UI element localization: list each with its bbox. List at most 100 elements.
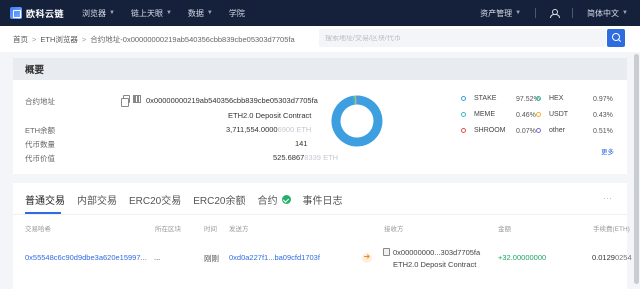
column-header-time: 时间 — [204, 226, 217, 233]
column-header-fee: 手续费(ETH) — [593, 226, 630, 233]
column-header-block: 所在区块 — [155, 226, 181, 233]
logo-text: 欧科云链 — [26, 8, 65, 19]
legend-item-shroom[interactable]: SHROOM — [461, 127, 506, 134]
legend-dot-icon — [536, 128, 541, 133]
nav-item-data[interactable]: 数据 ▼ — [188, 8, 213, 19]
eth-balance-value: 3,711,554.0000 — [226, 125, 278, 134]
overview-title: 概要 — [13, 58, 627, 80]
tab-event-logs[interactable]: 事件日志 — [303, 192, 343, 207]
tab-bar: 普通交易 内部交易 ERC20交易 ERC20余额 合约 事件日志 — [25, 192, 355, 207]
more-link[interactable]: 更多 — [601, 146, 614, 156]
tx-to-name: ETH2.0 Deposit Contract — [393, 260, 477, 269]
token-value-value: 525.6867 — [273, 153, 305, 162]
chevron-down-icon: ▼ — [515, 10, 522, 16]
user-icon — [550, 9, 561, 18]
legend-dot-icon — [461, 96, 466, 101]
legend-item-other[interactable]: other — [536, 127, 565, 134]
contract-name-row: ETH2.0 Deposit Contract — [228, 111, 311, 120]
legend-percent: 0.97% — [593, 96, 613, 103]
contract-address-label: 合约地址 — [25, 97, 55, 106]
nav-item-label: 学院 — [228, 8, 245, 18]
nav-item-academy[interactable]: 学院 — [229, 8, 245, 19]
contract-address-label-row: 合约地址 — [25, 96, 55, 107]
logo-icon — [10, 7, 22, 19]
search-input[interactable] — [325, 34, 606, 42]
qr-code-icon[interactable] — [133, 95, 141, 103]
token-count-label-row: 代币数量 — [25, 139, 55, 150]
token-count-label: 代币数量 — [25, 140, 55, 149]
legend-label: HEX — [549, 95, 564, 102]
tx-hash-link[interactable]: 0x55548c6c90d9dbe3a620e15997... — [25, 253, 147, 262]
chevron-down-icon: ▼ — [206, 10, 213, 16]
eth-balance-label-row: ETH余额 — [25, 125, 55, 136]
breadcrumb-bar: 首页 > ETH浏览器 > 合约地址-0x00000000219ab540356… — [0, 26, 640, 52]
divider — [535, 8, 537, 18]
chevron-down-icon: ▼ — [109, 10, 115, 16]
eth-balance-tail: 6900 ETH — [277, 125, 312, 134]
column-header-hash: 交易哈希 — [25, 226, 51, 233]
legend-dot-icon — [461, 128, 466, 133]
nav-item-onchain-eye[interactable]: 链上天眼 ▼ — [131, 8, 172, 19]
tx-to-address[interactable]: 0x00000000...303d7705fa — [393, 248, 480, 257]
nav-item-label: 资产管理 — [480, 8, 513, 18]
legend-dot-icon — [461, 112, 466, 117]
tab-erc20-balance[interactable]: ERC20余额 — [193, 192, 245, 207]
legend-percent: 0.51% — [593, 128, 613, 135]
token-count-row: 141 — [295, 139, 308, 148]
verified-check-icon — [281, 195, 291, 204]
breadcrumb-separator: > — [32, 34, 37, 44]
tx-from-link[interactable]: 0xd0a227f1...ba09cfd1703f — [229, 253, 320, 262]
legend-percent: 0.43% — [593, 112, 613, 119]
language-label: 简体中文 — [587, 8, 620, 18]
divider — [572, 8, 574, 18]
legend-item-stake[interactable]: STAKE — [461, 95, 496, 102]
token-value-tail: 8339 ETH — [304, 153, 339, 162]
search-button[interactable] — [607, 29, 625, 47]
legend-dot-icon — [536, 96, 541, 101]
token-value-row: 525.6867 8339 ETH — [273, 153, 338, 162]
copy-icon[interactable] — [121, 95, 130, 107]
contract-name: ETH2.0 Deposit Contract — [228, 111, 312, 120]
token-count-value: 141 — [295, 139, 308, 148]
donut-slice-stake[interactable] — [331, 95, 383, 147]
contract-icon — [383, 248, 390, 256]
legend-item-usdt[interactable]: USDT — [536, 111, 568, 118]
token-value-label: 代币价值 — [25, 154, 55, 163]
transactions-card: 普通交易 内部交易 ERC20交易 ERC20余额 合约 事件日志 ··· 交易… — [13, 183, 632, 289]
eth-balance-label: ETH余额 — [25, 126, 55, 135]
contract-address-row: 0x00000000219ab540356cbb839cbe05303d7705… — [146, 96, 318, 105]
tx-fee: 0.0129 — [592, 253, 615, 262]
nav-item-label: 数据 — [187, 8, 204, 18]
tab-contract[interactable]: 合约 — [258, 192, 291, 207]
chevron-down-icon: ▼ — [622, 10, 628, 16]
language-selector[interactable]: 简体中文 ▼ — [587, 8, 628, 19]
breadcrumb-explorer[interactable]: ETH浏览器 — [40, 34, 78, 45]
tab-erc20-transactions[interactable]: ERC20交易 — [129, 192, 181, 207]
divider — [13, 214, 627, 215]
scrollbar-thumb[interactable] — [634, 54, 639, 284]
token-value-label-row: 代币价值 — [25, 153, 55, 164]
breadcrumb: 首页 > ETH浏览器 > 合约地址-0x00000000219ab540356… — [13, 34, 295, 45]
scrollbar[interactable] — [633, 52, 640, 289]
tx-block: ... — [154, 253, 161, 262]
more-options-icon[interactable]: ··· — [603, 193, 612, 203]
breadcrumb-home[interactable]: 首页 — [13, 34, 28, 45]
column-header-amount: 金额 — [498, 226, 511, 233]
nav-item-asset-management[interactable]: 资产管理 ▼ — [480, 8, 521, 19]
nav-item-label: 链上天眼 — [130, 8, 163, 18]
top-navbar: 欧科云链 浏览器 ▼ 链上天眼 ▼ 数据 ▼ 学院 资产管理 ▼ 简体中文 ▼ — [0, 0, 640, 26]
legend-label: other — [549, 127, 565, 134]
logo[interactable]: 欧科云链 — [10, 7, 82, 20]
legend-item-meme[interactable]: MEME — [461, 111, 495, 118]
legend-dot-icon — [536, 112, 541, 117]
tab-internal-transactions[interactable]: 内部交易 — [77, 192, 117, 207]
column-header-from: 发送方 — [229, 226, 249, 233]
legend-item-hex[interactable]: HEX — [536, 95, 563, 102]
nav-item-explorer[interactable]: 浏览器 ▼ — [82, 8, 115, 19]
legend-label: SHROOM — [474, 127, 506, 134]
tx-fee-tail: 0254 — [614, 253, 632, 262]
user-button[interactable] — [550, 9, 561, 18]
column-header-to: 接收方 — [384, 226, 404, 233]
token-distribution-donut-chart — [331, 95, 383, 147]
tab-normal-transactions[interactable]: 普通交易 — [25, 192, 65, 207]
